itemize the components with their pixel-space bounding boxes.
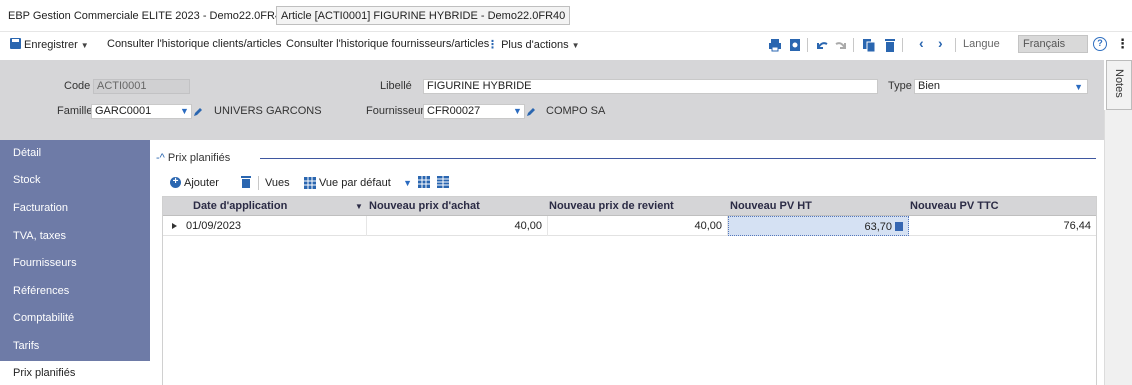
main-content: -^ Prix planifiés + Ajouter Vues Vue par… bbox=[150, 140, 1104, 385]
sort-desc-icon: ▼ bbox=[355, 202, 363, 211]
famille-label: Famille bbox=[57, 105, 93, 117]
sidebar-item-comptabilite[interactable]: Comptabilité bbox=[0, 305, 150, 332]
toolbar-separator bbox=[902, 38, 903, 52]
help-icon[interactable]: ? bbox=[1093, 37, 1107, 51]
section-header[interactable]: -^ Prix planifiés bbox=[156, 152, 230, 164]
article-header-panel: Code ACTI0001 Libellé FIGURINE HYBRIDE T… bbox=[0, 60, 1104, 140]
sidebar-item-stock[interactable]: Stock bbox=[0, 167, 150, 194]
sidebar-item-fournisseurs[interactable]: Fournisseurs bbox=[0, 250, 150, 277]
column-header-prix-achat[interactable]: Nouveau prix d'achat bbox=[363, 197, 543, 216]
chevron-down-icon: ▼ bbox=[571, 41, 580, 50]
add-button[interactable]: Ajouter bbox=[184, 177, 219, 189]
history-clients-button[interactable]: Consulter l'historique clients/articles bbox=[107, 38, 282, 50]
toolbar-separator bbox=[258, 176, 259, 190]
notes-tab[interactable]: Notes bbox=[1106, 60, 1132, 110]
section-divider bbox=[260, 158, 1096, 159]
table-row[interactable]: 01/09/2023 40,00 40,00 63,70 76,44 bbox=[163, 216, 1096, 236]
column-header-pv-ht[interactable]: Nouveau PV HT bbox=[724, 197, 904, 216]
column-header-pv-ttc[interactable]: Nouveau PV TTC bbox=[904, 197, 1084, 216]
language-select[interactable]: Français bbox=[1018, 35, 1088, 53]
chevron-down-icon[interactable]: ▼ bbox=[513, 106, 522, 116]
preview-icon[interactable] bbox=[788, 38, 802, 52]
toolbar-separator bbox=[807, 38, 808, 52]
column-header-prix-revient[interactable]: Nouveau prix de revient bbox=[543, 197, 723, 216]
right-side-strip bbox=[1104, 110, 1132, 385]
delete-icon[interactable] bbox=[241, 176, 251, 188]
more-actions-button[interactable]: ⋮ Plus d'actions ▼ bbox=[487, 38, 580, 51]
delete-icon[interactable] bbox=[883, 38, 897, 52]
cell-date[interactable]: 01/09/2023 bbox=[181, 216, 367, 236]
grid-view-icon bbox=[304, 177, 316, 189]
fournisseur-value: CFR00027 bbox=[427, 105, 481, 117]
row-indicator-icon bbox=[172, 223, 177, 229]
add-icon[interactable]: + bbox=[170, 177, 181, 188]
edit-icon[interactable] bbox=[526, 107, 536, 117]
more-icon[interactable]: ⋮ bbox=[1116, 36, 1129, 52]
chevron-down-icon: ▼ bbox=[403, 178, 412, 188]
more-actions-label: Plus d'actions bbox=[501, 39, 569, 51]
calculator-icon[interactable] bbox=[895, 222, 903, 231]
grid-toolbar: + Ajouter Vues Vue par défaut ▼ bbox=[162, 172, 1097, 194]
app-title: EBP Gestion Commerciale ELITE 2023 - Dem… bbox=[8, 10, 288, 22]
save-label: Enregistrer bbox=[24, 39, 78, 51]
column-settings-icon[interactable] bbox=[437, 176, 449, 188]
famille-field[interactable]: GARC0001 bbox=[91, 104, 192, 119]
collapse-icon[interactable]: -^ bbox=[156, 152, 165, 164]
kebab-icon: ⋮ bbox=[487, 39, 498, 51]
toolbar-separator bbox=[955, 38, 956, 52]
cell-pv-ht[interactable]: 63,70 bbox=[728, 216, 909, 236]
view-select[interactable]: Vue par défaut ▼ bbox=[302, 175, 412, 191]
code-label: Code bbox=[64, 80, 91, 92]
cell-pv-ht-value: 63,70 bbox=[864, 221, 892, 233]
code-field: ACTI0001 bbox=[93, 79, 190, 94]
cell-prix-revient[interactable]: 40,00 bbox=[548, 216, 728, 236]
main-toolbar: Enregistrer ▼ Consulter l'historique clie… bbox=[0, 33, 1132, 57]
sidebar-item-facturation[interactable]: Facturation bbox=[0, 195, 150, 222]
views-label: Vues bbox=[265, 177, 290, 189]
document-tab[interactable]: Article [ACTI0001] FIGURINE HYBRIDE - De… bbox=[276, 6, 571, 25]
libelle-label: Libellé bbox=[380, 80, 412, 92]
save-icon bbox=[10, 38, 21, 49]
title-bar: EBP Gestion Commerciale ELITE 2023 - Dem… bbox=[0, 0, 1132, 32]
undo-icon[interactable] bbox=[815, 38, 829, 52]
fournisseur-name: COMPO SA bbox=[546, 105, 606, 117]
sidebar: Détail Stock Facturation TVA, taxes Four… bbox=[0, 140, 150, 385]
next-icon[interactable]: › bbox=[938, 35, 943, 51]
view-value: Vue par défaut bbox=[319, 177, 391, 189]
section-title: Prix planifiés bbox=[167, 152, 231, 164]
libelle-field[interactable]: FIGURINE HYBRIDE bbox=[423, 79, 878, 94]
grid-header: Date d'application ▼ Nouveau prix d'acha… bbox=[163, 197, 1096, 216]
sidebar-item-detail[interactable]: Détail bbox=[0, 140, 150, 167]
customize-view-icon[interactable] bbox=[418, 176, 430, 188]
notes-tab-label: Notes bbox=[1113, 69, 1125, 98]
type-select[interactable]: Bien ▼ bbox=[914, 79, 1088, 94]
chevron-down-icon[interactable]: ▼ bbox=[81, 41, 89, 50]
famille-value: GARC0001 bbox=[95, 105, 152, 117]
sidebar-item-references[interactable]: Références bbox=[0, 278, 150, 305]
prev-icon[interactable]: ‹ bbox=[919, 35, 924, 51]
print-icon[interactable] bbox=[768, 38, 782, 52]
fournisseur-label: Fournisseur bbox=[366, 105, 425, 117]
copy-icon[interactable] bbox=[862, 38, 876, 52]
sidebar-item-prix-planifies[interactable]: Prix planifiés bbox=[0, 361, 150, 385]
toolbar-separator bbox=[853, 38, 854, 52]
language-label: Langue bbox=[963, 38, 1000, 50]
type-value: Bien bbox=[918, 80, 941, 92]
edit-icon[interactable] bbox=[193, 107, 203, 117]
fournisseur-field[interactable]: CFR00027 bbox=[423, 104, 525, 119]
cell-prix-achat[interactable]: 40,00 bbox=[367, 216, 548, 236]
chevron-down-icon: ▼ bbox=[1074, 82, 1083, 92]
type-label: Type bbox=[888, 80, 912, 92]
history-suppliers-button[interactable]: Consulter l'historique fournisseurs/arti… bbox=[286, 38, 489, 50]
prix-planifies-grid: Date d'application ▼ Nouveau prix d'acha… bbox=[162, 196, 1097, 385]
sidebar-item-tva[interactable]: TVA, taxes bbox=[0, 223, 150, 250]
column-header-date[interactable]: Date d'application bbox=[187, 197, 367, 216]
save-button[interactable]: Enregistrer ▼ bbox=[10, 38, 89, 51]
sidebar-item-tarifs[interactable]: Tarifs bbox=[0, 333, 150, 360]
chevron-down-icon[interactable]: ▼ bbox=[180, 106, 189, 116]
redo-icon[interactable] bbox=[834, 38, 848, 52]
famille-name: UNIVERS GARCONS bbox=[214, 105, 322, 117]
cell-pv-ttc[interactable]: 76,44 bbox=[909, 216, 1096, 236]
